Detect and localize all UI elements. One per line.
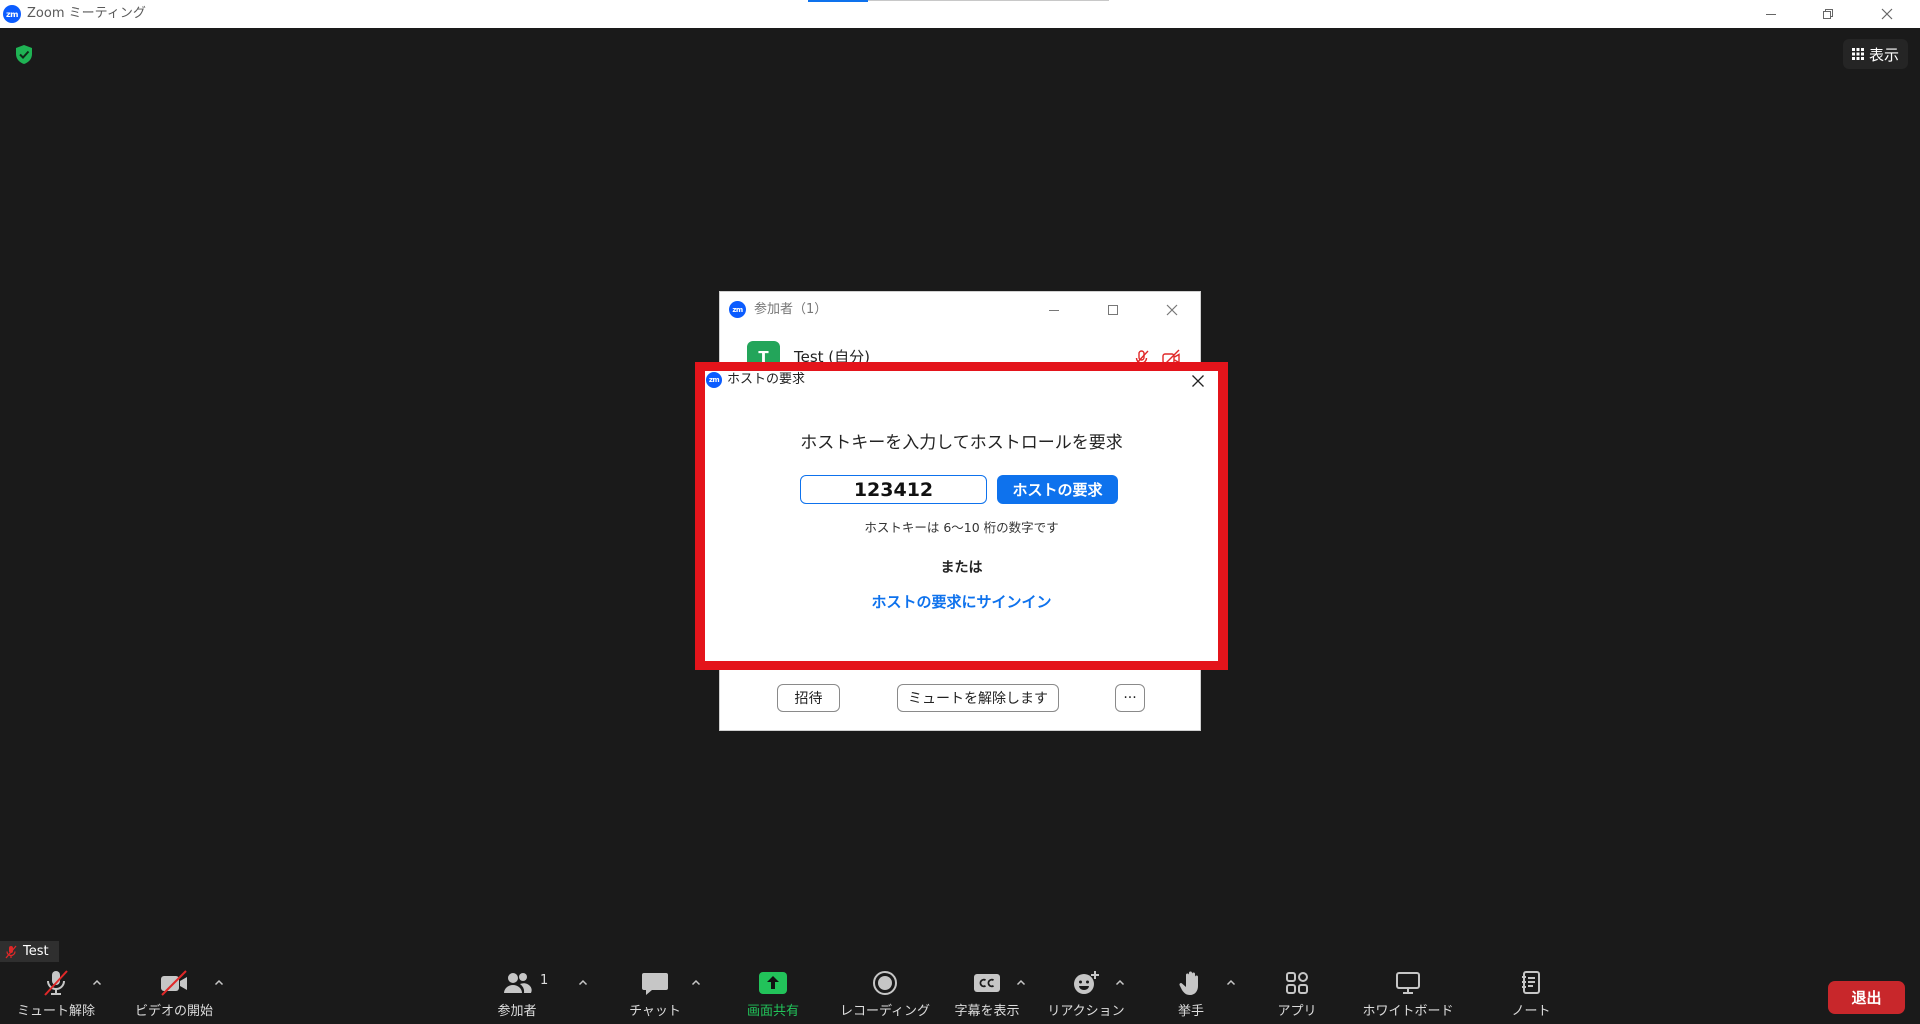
chevron-up-icon <box>691 979 701 985</box>
participants-options-caret[interactable] <box>576 975 590 989</box>
claim-host-dialog: zm ホストの要求 ホストキーを入力してホストロールを要求 ホストの要求 ホスト… <box>695 362 1228 670</box>
toolbar-label: リアクション <box>1047 1004 1125 1019</box>
top-indicator-bar <box>808 0 868 2</box>
dialog-heading: ホストキーを入力してホストロールを要求 <box>800 433 1123 453</box>
minimize-icon <box>1049 310 1059 311</box>
toolbar-participants-button[interactable]: 1 参加者 <box>463 966 571 1022</box>
toolbar-label: ノート <box>1511 1004 1551 1019</box>
minimize-icon <box>1766 14 1776 15</box>
invite-button[interactable]: 招待 <box>777 684 840 712</box>
chevron-up-icon <box>92 979 102 985</box>
zoom-meeting-window: zm Zoom ミーティング 表示 zm 参加者（1） T Test (自分) … <box>0 0 1920 1024</box>
toolbar-label: ミュート解除 <box>16 1004 95 1019</box>
toolbar-label: ホワイトボード <box>1362 1004 1454 1019</box>
toolbar-label: チャット <box>629 1004 681 1019</box>
claim-host-button[interactable]: ホストの要求 <box>997 475 1118 504</box>
chevron-up-icon <box>214 979 224 985</box>
or-separator: または <box>940 560 983 576</box>
toolbar-label: ビデオの開始 <box>134 1004 213 1019</box>
more-options-button[interactable]: ··· <box>1115 684 1145 712</box>
sign-in-to-claim-link[interactable]: ホストの要求にサインイン <box>871 592 1051 612</box>
audio-options-caret[interactable] <box>90 975 104 989</box>
unmute-self-button[interactable]: ミュートを解除します <box>897 684 1059 712</box>
self-view-name: Test <box>23 944 49 959</box>
close-button[interactable] <box>1864 0 1910 28</box>
video-options-caret[interactable] <box>212 975 226 989</box>
dialog-close-button[interactable] <box>1191 373 1205 387</box>
grid-icon <box>1851 48 1864 60</box>
apps-icon <box>1243 966 1351 1000</box>
self-view-label: Test <box>0 941 59 962</box>
leave-meeting-button[interactable]: 退出 <box>1828 981 1905 1014</box>
view-button[interactable]: 表示 <box>1843 39 1908 69</box>
panel-minimize-button[interactable] <box>1044 300 1064 320</box>
notes-icon <box>1477 966 1585 1000</box>
toolbar-label: レコーディング <box>839 1004 931 1019</box>
view-button-label: 表示 <box>1868 45 1899 64</box>
toolbar-notes-button[interactable]: ノート <box>1477 966 1585 1022</box>
reactions-options-caret[interactable] <box>1113 975 1127 989</box>
zoom-logo-icon: zm <box>3 5 21 23</box>
toolbar-label: 参加者 <box>497 1004 537 1019</box>
close-icon <box>1192 375 1204 387</box>
window-title: Zoom ミーティング <box>27 6 146 21</box>
participants-count: 1 <box>540 973 549 988</box>
share-screen-icon <box>719 966 827 1000</box>
restore-icon <box>1823 9 1833 19</box>
panel-close-button[interactable] <box>1162 300 1182 320</box>
toolbar-label: アプリ <box>1277 1004 1317 1019</box>
mic-muted-icon <box>5 945 17 958</box>
toolbar-record-button[interactable]: レコーディング <box>831 966 939 1022</box>
chevron-up-icon <box>578 979 588 985</box>
maximize-icon <box>1108 305 1118 315</box>
participants-icon <box>463 966 571 1000</box>
captions-options-caret[interactable] <box>1014 975 1028 989</box>
zoom-logo-icon: zm <box>729 301 746 318</box>
host-key-hint: ホストキーは 6～10 桁の数字です <box>864 520 1059 535</box>
toolbar-share-screen-button[interactable]: 画面共有 <box>719 966 827 1022</box>
top-indicator-track <box>868 0 1109 1</box>
toolbar-label: 字幕を表示 <box>954 1004 1020 1019</box>
restore-button[interactable] <box>1805 0 1851 28</box>
panel-maximize-button[interactable] <box>1103 300 1123 320</box>
chevron-up-icon <box>1016 979 1026 985</box>
chat-options-caret[interactable] <box>689 975 703 989</box>
zoom-logo-icon: zm <box>706 372 722 388</box>
close-icon <box>1881 8 1893 20</box>
title-bar: zm Zoom ミーティング <box>0 0 1920 28</box>
record-icon <box>831 966 939 1000</box>
raise-hand-options-caret[interactable] <box>1224 975 1238 989</box>
toolbar-label: 画面共有 <box>746 1004 799 1019</box>
chevron-up-icon <box>1226 979 1236 985</box>
toolbar-label: 挙手 <box>1177 1004 1204 1019</box>
chevron-up-icon <box>1115 979 1125 985</box>
host-key-input[interactable] <box>800 475 987 504</box>
whiteboard-icon <box>1354 966 1462 1000</box>
minimize-button[interactable] <box>1748 0 1794 28</box>
toolbar-whiteboard-button[interactable]: ホワイトボード <box>1354 966 1462 1022</box>
security-shield-button[interactable] <box>14 44 34 65</box>
participants-panel-title: 参加者（1） <box>754 302 828 317</box>
close-icon <box>1166 304 1178 316</box>
dialog-title: ホストの要求 <box>727 372 806 387</box>
toolbar-apps-button[interactable]: アプリ <box>1243 966 1351 1022</box>
shield-check-icon <box>16 45 32 64</box>
